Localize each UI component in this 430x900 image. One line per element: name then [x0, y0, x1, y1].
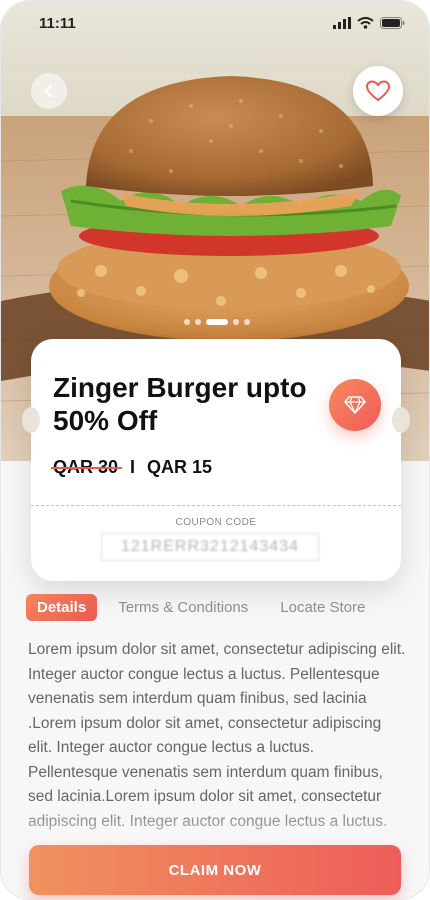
coupon-label: COUPON CODE [175, 517, 257, 528]
carousel-dot[interactable] [184, 319, 190, 325]
new-price: QAR 15 [147, 457, 213, 477]
back-button[interactable] [31, 73, 67, 109]
tab-bar: Details Terms & Conditions Locate Store [26, 594, 386, 621]
dashed-divider [31, 505, 401, 506]
diamond-icon [344, 396, 366, 414]
coupon-card: Zinger Burger upto 50% Off QAR 30 I QAR … [22, 339, 410, 581]
status-icons [333, 17, 405, 29]
offer-title: Zinger Burger upto 50% Off [53, 372, 307, 436]
card-notch-left [22, 407, 40, 433]
card-notch-right [392, 407, 410, 433]
carousel-dot[interactable] [244, 319, 250, 325]
favorite-button[interactable] [353, 66, 403, 116]
premium-button[interactable] [329, 379, 381, 431]
status-time: 11:11 [39, 15, 76, 32]
claim-now-button[interactable]: CLAIM NOW [29, 845, 401, 895]
price-separator: I [130, 457, 136, 477]
battery-icon [380, 17, 405, 29]
chevron-left-icon [44, 84, 53, 98]
carousel-dot[interactable] [233, 319, 239, 325]
carousel-dot-active[interactable] [206, 319, 228, 325]
carousel-dot[interactable] [195, 319, 201, 325]
tab-details[interactable]: Details [26, 594, 98, 621]
carousel-indicator[interactable] [184, 319, 250, 325]
status-bar: 11:11 [1, 1, 429, 47]
phone-screen: 11:11 Zinger Burger upto 50% Off QAR 30 … [0, 0, 430, 900]
signal-icon [333, 17, 351, 29]
price-row: QAR 30 I QAR 15 [50, 457, 213, 478]
wifi-icon [357, 17, 374, 29]
coupon-code[interactable]: 121RERR3212143434 [101, 533, 319, 561]
tab-terms[interactable]: Terms & Conditions [107, 594, 259, 621]
old-price: QAR 30 [50, 457, 123, 477]
tab-locate-store[interactable]: Locate Store [269, 594, 376, 621]
heart-icon [366, 80, 390, 102]
